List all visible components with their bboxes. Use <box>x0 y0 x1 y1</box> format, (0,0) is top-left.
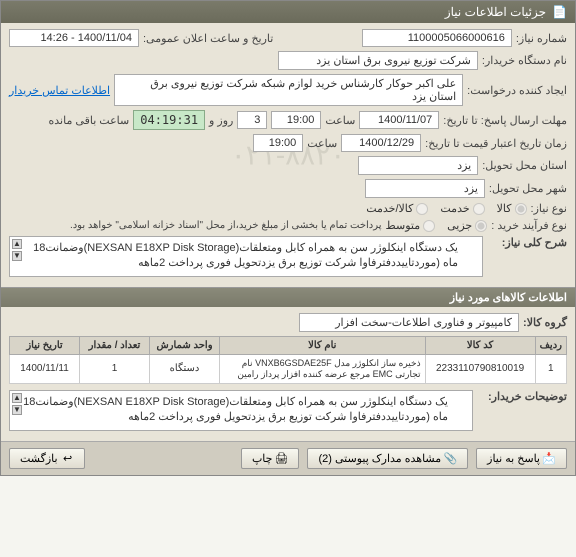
reply-icon: 📩 <box>544 452 556 464</box>
need-number-label: شماره نیاز: <box>516 32 567 45</box>
deadline-label: مهلت ارسال پاسخ: تا تاریخ: <box>443 114 567 127</box>
th-unit: واحد شمارش <box>150 336 220 354</box>
buyer-label: نام دستگاه خریدار: <box>482 54 567 67</box>
scroll-down-icon[interactable]: ▼ <box>12 251 22 261</box>
cell-unit: دستگاه <box>150 354 220 383</box>
reply-button[interactable]: 📩 پاسخ به نیاز <box>476 448 567 469</box>
main-window: 📄 جزئیات اطلاعات نیاز ۰۲۱-۸۸۲۰ شماره نیا… <box>0 0 576 476</box>
validity-label: زمان تاریخ اعتبار قیمت تا تاریخ: <box>425 137 567 150</box>
print-icon: 🖨 <box>276 452 288 464</box>
announce-label: تاریخ و ساعت اعلان عمومی: <box>143 32 273 45</box>
countdown-timer: 04:19:31 <box>133 110 205 130</box>
titlebar-text: جزئیات اطلاعات نیاز <box>445 5 546 19</box>
scroll-up-icon[interactable]: ▲ <box>12 239 22 249</box>
need-type-radios: کالا خدمت کالا/خدمت <box>366 202 526 215</box>
table-row[interactable]: 1 2233110790810019 ذخیره ساز انکلوژر مدل… <box>10 354 567 383</box>
purchase-type-radios: جزیی متوسط <box>386 219 488 232</box>
announce-field: 1400/11/04 - 14:26 <box>9 29 139 47</box>
deadline-time-field: 19:00 <box>271 111 321 129</box>
cell-qty: 1 <box>80 354 150 383</box>
th-date: تاریخ نیاز <box>10 336 80 354</box>
description-box: ▲ ▼ یک دستگاه اینکلوژر سن به همراه کابل … <box>9 236 483 277</box>
goods-section-header: اطلاعات کالاهای مورد نیاز <box>1 287 575 307</box>
th-name: نام کالا <box>220 336 426 354</box>
province-field: یزد <box>358 156 478 175</box>
desc-label: شرح کلی نیاز: <box>487 236 567 249</box>
need-type-label: نوع نیاز: <box>531 202 567 215</box>
radio-small[interactable]: جزیی <box>447 219 487 232</box>
cell-name: ذخیره ساز انکلوژر مدل VNXB6GSDAE25F نام … <box>220 354 426 383</box>
th-qty: تعداد / مقدار <box>80 336 150 354</box>
purchase-note: پرداخت تمام یا بخشی از مبلغ خرید،از محل … <box>70 220 382 231</box>
attachment-icon: 📎 <box>445 452 457 464</box>
buyer-notes-label: توضیحات خریدار: <box>477 390 567 403</box>
th-code: کد کالا <box>425 336 535 354</box>
purchase-type-label: نوع فرآیند خرید : <box>491 219 567 232</box>
radio-medium[interactable]: متوسط <box>386 219 436 232</box>
footer-bar: 📩 پاسخ به نیاز 📎 مشاهده مدارک پیوستی (2)… <box>1 441 575 475</box>
table-header-row: ردیف کد کالا نام کالا واحد شمارش تعداد /… <box>10 336 567 354</box>
attachments-button[interactable]: 📎 مشاهده مدارک پیوستی (2) <box>307 448 468 469</box>
remaining-days-field: 3 <box>237 111 267 129</box>
radio-goods[interactable]: کالا <box>497 202 527 215</box>
group-label: گروه کالا: <box>523 316 567 329</box>
remaining-suffix: ساعت باقی مانده <box>49 114 130 127</box>
province-label: استان محل تحویل: <box>482 159 567 172</box>
cell-date: 1400/11/11 <box>10 354 80 383</box>
goods-table: ردیف کد کالا نام کالا واحد شمارش تعداد /… <box>9 336 567 384</box>
city-label: شهر محل تحویل: <box>489 182 567 195</box>
group-field: کامپیوتر و فناوری اطلاعات-سخت افزار <box>299 313 519 332</box>
validity-time-field: 19:00 <box>253 134 303 152</box>
need-number-field: 1100005066000616 <box>362 29 512 47</box>
description-text: یک دستگاه اینکلوژر سن به همراه کابل ومتع… <box>33 242 458 269</box>
creator-label: ایجاد کننده درخواست: <box>467 84 567 97</box>
back-button[interactable]: ↩ بازگشت <box>9 448 85 469</box>
deadline-date-field: 1400/11/07 <box>359 111 439 129</box>
creator-field: علی اکبر حوکار کارشناس خرید لوازم شبکه ش… <box>114 74 463 106</box>
scroll-up-icon-2[interactable]: ▲ <box>12 393 22 403</box>
cell-row: 1 <box>535 354 566 383</box>
buyer-notes-box: ▲ ▼ یک دستگاه اینکلوژر سن به همراه کابل … <box>9 390 473 431</box>
radio-service[interactable]: خدمت <box>440 202 484 215</box>
buyer-field: شرکت توزیع نیروی برق استان یزد <box>278 51 478 70</box>
cell-code: 2233110790810019 <box>425 354 535 383</box>
buyer-notes-text: یک دستگاه اینکلوژر سن به همراه کابل ومتع… <box>23 396 448 423</box>
titlebar-icon: 📄 <box>552 5 567 19</box>
back-icon: ↩ <box>62 452 74 464</box>
city-field: یزد <box>365 179 485 198</box>
contact-link[interactable]: اطلاعات تماس خریدار <box>9 84 110 97</box>
need-info-section: ۰۲۱-۸۸۲۰ شماره نیاز: 1100005066000616 تا… <box>1 23 575 287</box>
days-and-label: روز و <box>209 114 233 127</box>
print-button[interactable]: 🖨 چاپ <box>241 448 300 469</box>
goods-section: ۰۲۱-۸۸۲۰ گروه کالا: کامپیوتر و فناوری اط… <box>1 307 575 441</box>
radio-both[interactable]: کالا/خدمت <box>366 202 428 215</box>
deadline-time-label: ساعت <box>325 114 355 127</box>
validity-time-label: ساعت <box>307 137 337 150</box>
validity-date-field: 1400/12/29 <box>341 134 421 152</box>
titlebar: 📄 جزئیات اطلاعات نیاز <box>1 1 575 23</box>
th-row: ردیف <box>535 336 566 354</box>
scroll-down-icon-2[interactable]: ▼ <box>12 405 22 415</box>
